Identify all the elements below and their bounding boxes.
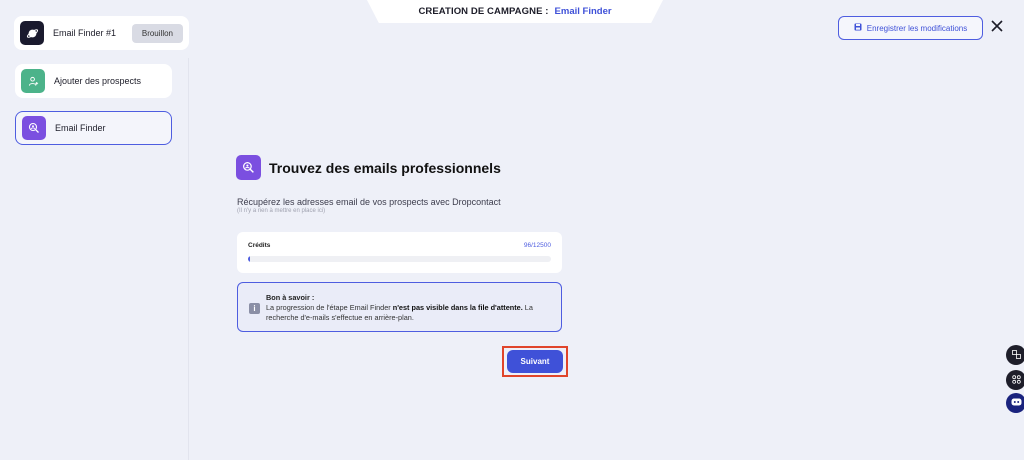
translate-icon [1011,346,1021,364]
credits-card: Crédits 96/12500 [237,232,562,273]
apps-widget-button[interactable] [1006,370,1024,390]
info-icon: i [249,303,260,314]
step-label: Email Finder [55,123,106,133]
credits-progress-fill [248,256,251,262]
close-icon [991,19,1003,37]
info-box: i Bon à savoir : La progression de l'éta… [237,282,562,332]
credits-label: Crédits [248,242,271,249]
search-user-icon [236,155,261,180]
info-text: La progression de l'étape Email Finder n… [266,303,533,322]
save-label: Enregistrer les modifications [866,23,968,33]
info-title: Bon à savoir : [266,293,315,302]
step-email-finder[interactable]: Email Finder [15,111,172,145]
campaign-card[interactable]: Email Finder #1 Brouillon [14,16,189,50]
header-label: CREATION DE CAMPAGNE : [418,6,549,17]
page-subtitle: Récupérez les adresses email de vos pros… [237,197,501,207]
user-add-icon [21,69,45,93]
planet-icon [20,21,44,45]
credits-value: 96/12500 [523,242,551,249]
save-changes-button[interactable]: Enregistrer les modifications [838,16,983,40]
credits-progress-bar [248,256,551,262]
campaign-name: Email Finder #1 [53,28,117,38]
campaign-header: CREATION DE CAMPAGNE : Email Finder [367,0,663,23]
page-hint: (Il n'y a rien à mettre en place ici) [237,208,326,214]
status-badge: Brouillon [131,23,183,43]
page-title: Trouvez des emails professionnels [269,160,501,176]
close-button[interactable] [989,18,1005,38]
save-icon [854,23,862,33]
sidebar-divider [188,58,189,460]
search-user-icon [22,116,46,140]
step-add-prospects[interactable]: Ajouter des prospects [15,64,172,98]
translate-widget-button[interactable] [1006,345,1024,365]
next-button[interactable]: Suivant [507,350,563,373]
step-label: Ajouter des prospects [54,76,142,86]
apps-icon [1011,371,1021,389]
header-campaign-type: Email Finder [554,6,612,17]
chat-widget-button[interactable] [1006,393,1024,413]
chatbot-icon [1011,394,1022,412]
